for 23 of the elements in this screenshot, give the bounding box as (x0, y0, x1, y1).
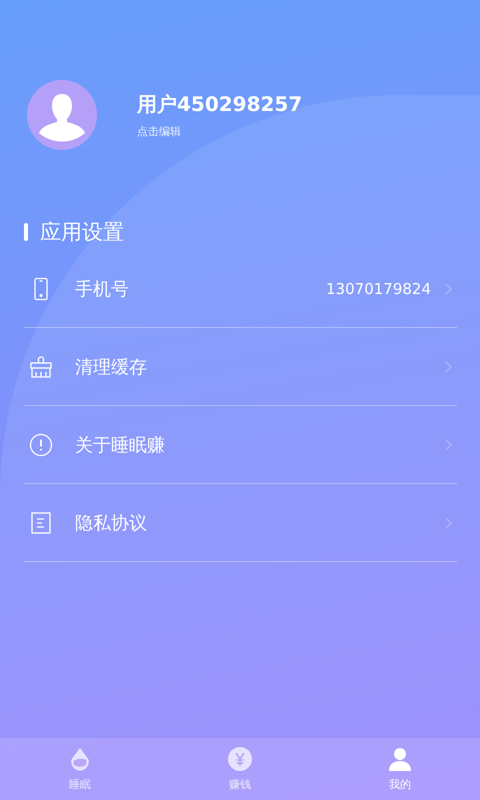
chevron-icon (445, 360, 453, 372)
nav-tab[interactable]: 赚钱 (160, 738, 320, 800)
water-drop-icon (68, 746, 92, 770)
yen-coin-icon (228, 746, 252, 770)
chevron-icon (445, 282, 453, 294)
chevron-icon (445, 516, 453, 528)
phone-number: 13070179824 (326, 280, 431, 298)
nav-tab[interactable]: 睡眠 (0, 738, 160, 800)
avatar[interactable] (27, 80, 97, 150)
brush-icon (29, 354, 53, 378)
settings-item[interactable]: 手机号 13070179824 (24, 250, 457, 328)
chevron-icon (445, 438, 453, 450)
section-marker (24, 223, 28, 241)
nav-tab[interactable]: 我的 (320, 738, 480, 800)
info-icon (29, 432, 53, 456)
settings-item[interactable]: 关于睡眠赚 (24, 406, 457, 484)
section-title: 应用设置 (40, 219, 124, 246)
settings-item[interactable]: 隐私协议 (24, 484, 457, 562)
user-name: 用户450298257 (137, 91, 302, 118)
settings-item[interactable]: 清理缓存 (24, 328, 457, 406)
person-icon (388, 746, 412, 770)
edit-link[interactable]: 点击编辑 (137, 124, 302, 139)
document-icon (29, 510, 53, 534)
